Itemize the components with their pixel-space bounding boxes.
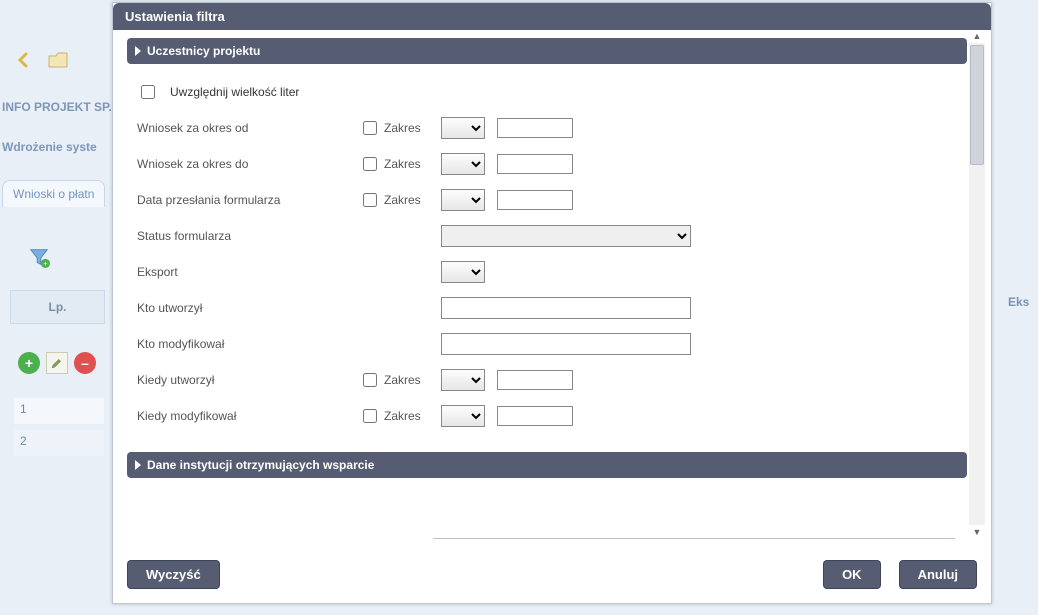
zakres-checkbox[interactable]: [363, 121, 377, 135]
label-status: Status formularza: [137, 229, 347, 243]
ok-button[interactable]: OK: [823, 560, 881, 589]
zakres-label: Zakres: [384, 157, 421, 171]
case-sensitive-checkbox[interactable]: [141, 85, 155, 99]
table-row[interactable]: 1: [14, 398, 104, 424]
operator-select[interactable]: [441, 153, 485, 175]
value-input[interactable]: [497, 190, 573, 210]
eksport-select[interactable]: [441, 261, 485, 283]
row-wniosek-od: Wniosek za okres od Zakres: [137, 110, 957, 146]
row-status: Status formularza: [137, 218, 957, 254]
row-kiedy-modyfikowal: Kiedy modyfikował Zakres: [137, 398, 957, 434]
filter-settings-dialog: Ustawienia filtra Uczestnicy projektu Uw…: [112, 2, 992, 604]
zakres-label: Zakres: [384, 121, 421, 135]
value-input[interactable]: [497, 370, 573, 390]
background-toolbar: [12, 48, 70, 72]
funnel-icon[interactable]: +: [28, 246, 50, 271]
row-eksport: Eksport: [137, 254, 957, 290]
status-select[interactable]: [441, 225, 691, 247]
zakres-label: Zakres: [384, 409, 421, 423]
zakres-label: Zakres: [384, 373, 421, 387]
tab-wnioski[interactable]: Wnioski o płatn: [2, 180, 105, 207]
label-kto-modyfikowal: Kto modyfikował: [137, 337, 347, 351]
dialog-footer: Wyczyść OK Anuluj: [127, 560, 977, 589]
value-input[interactable]: [497, 118, 573, 138]
scroll-thumb[interactable]: [970, 45, 984, 165]
label-wniosek-do: Wniosek za okres do: [137, 157, 347, 171]
case-sensitive-row: Uwzględnij wielkość liter: [137, 74, 957, 110]
zakres-label: Zakres: [384, 193, 421, 207]
case-sensitive-label: Uwzględnij wielkość liter: [170, 85, 299, 99]
zakres-checkbox[interactable]: [363, 373, 377, 387]
divider: [433, 538, 955, 539]
row-kiedy-utworzyl: Kiedy utworzył Zakres: [137, 362, 957, 398]
table-row[interactable]: 2: [14, 430, 104, 456]
row-kto-modyfikowal: Kto modyfikował: [137, 326, 957, 362]
clear-button[interactable]: Wyczyść: [127, 560, 220, 589]
folder-icon[interactable]: [46, 48, 70, 72]
section-dane-instytucji[interactable]: Dane instytucji otrzymujących wsparcie: [127, 452, 967, 478]
section-uczestnicy[interactable]: Uczestnicy projektu: [127, 38, 967, 64]
company-label: INFO PROJEKT SP.: [2, 100, 112, 114]
scroll-up-icon[interactable]: ▲: [969, 29, 985, 43]
label-data-przeslania: Data przesłania formularza: [137, 193, 347, 207]
value-input[interactable]: [497, 406, 573, 426]
operator-select[interactable]: [441, 189, 485, 211]
kto-modyfikowal-input[interactable]: [441, 333, 691, 355]
subtitle-label: Wdrożenie syste: [2, 140, 97, 154]
zakres-checkbox[interactable]: [363, 157, 377, 171]
value-input[interactable]: [497, 154, 573, 174]
row-kto-utworzyl: Kto utworzył: [137, 290, 957, 326]
row-data-przeslania: Data przesłania formularza Zakres: [137, 182, 957, 218]
operator-select[interactable]: [441, 117, 485, 139]
zakres-checkbox[interactable]: [363, 193, 377, 207]
label-wniosek-od: Wniosek za okres od: [137, 121, 347, 135]
label-kiedy-modyfikowal: Kiedy modyfikował: [137, 409, 347, 423]
section-label: Dane instytucji otrzymujących wsparcie: [147, 458, 374, 472]
section-uczestnicy-content: Uwzględnij wielkość liter Wniosek za okr…: [127, 70, 967, 444]
cancel-button[interactable]: Anuluj: [899, 560, 977, 589]
dialog-title: Ustawienia filtra: [113, 3, 991, 30]
label-kiedy-utworzyl: Kiedy utworzył: [137, 373, 347, 387]
edit-icon[interactable]: [46, 352, 68, 374]
table-header-lp: Lp.: [10, 290, 105, 324]
scrollbar[interactable]: ▲ ▼: [969, 43, 985, 525]
kto-utworzyl-input[interactable]: [441, 297, 691, 319]
scroll-down-icon[interactable]: ▼: [969, 525, 985, 539]
table-header-eks: Eks: [1008, 295, 1038, 309]
row-action-icons: + –: [18, 352, 96, 374]
back-icon[interactable]: [12, 48, 36, 72]
svg-text:+: +: [43, 259, 47, 268]
label-eksport: Eksport: [137, 265, 347, 279]
dialog-body: Uczestnicy projektu Uwzględnij wielkość …: [113, 30, 991, 530]
add-icon[interactable]: +: [18, 352, 40, 374]
operator-select[interactable]: [441, 369, 485, 391]
zakres-checkbox[interactable]: [363, 409, 377, 423]
label-kto-utworzyl: Kto utworzył: [137, 301, 347, 315]
section-label: Uczestnicy projektu: [147, 44, 260, 58]
operator-select[interactable]: [441, 405, 485, 427]
row-wniosek-do: Wniosek za okres do Zakres: [137, 146, 957, 182]
remove-icon[interactable]: –: [74, 352, 96, 374]
